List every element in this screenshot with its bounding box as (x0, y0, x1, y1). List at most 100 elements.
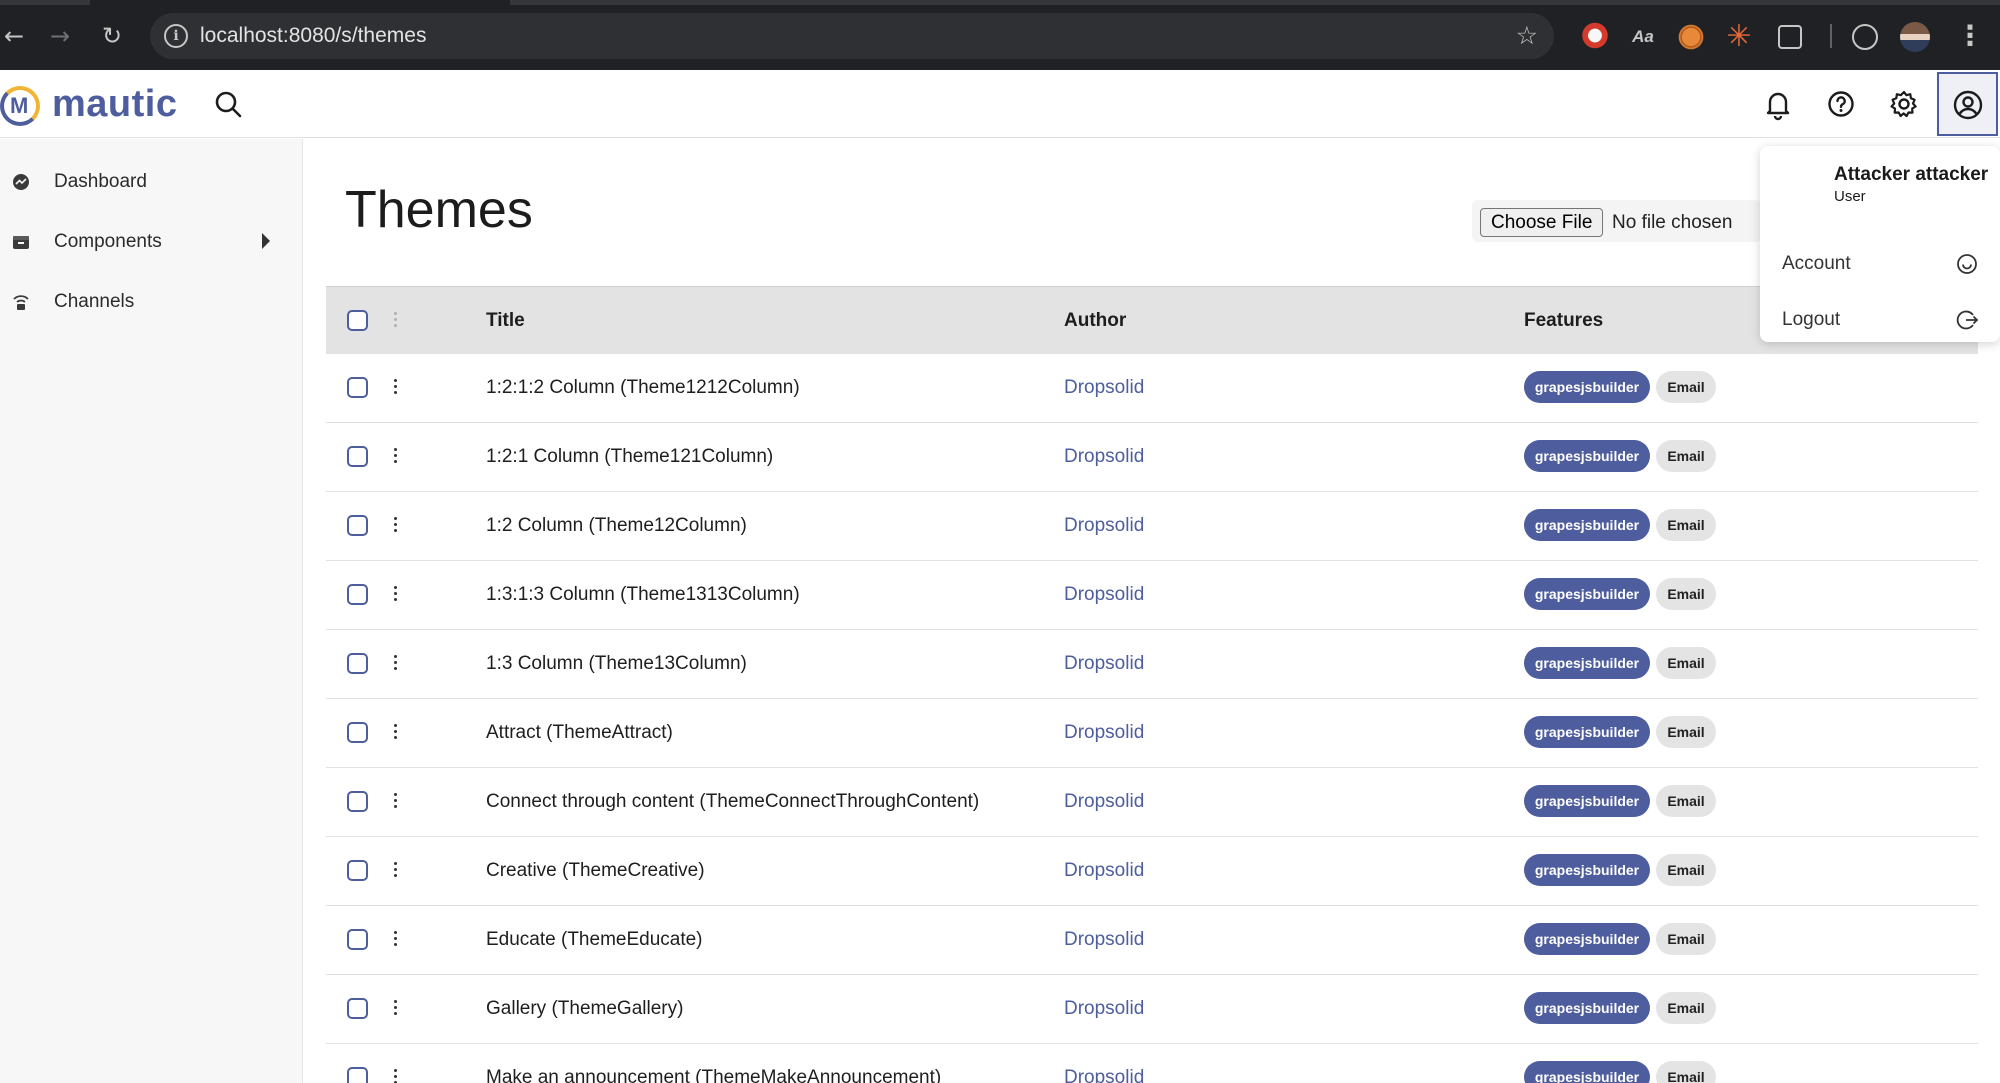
theme-author-link[interactable]: Dropsolid (1064, 859, 1144, 883)
theme-upload-input[interactable]: Choose File No file chosen (1472, 200, 1762, 242)
row-actions-kebab-icon[interactable] (394, 379, 398, 397)
extension-asterisk-icon[interactable]: ✳ (1724, 22, 1754, 52)
table-row[interactable]: 1:2:1 Column (Theme121Column) Dropsolid gr… (326, 423, 1978, 492)
theme-author-link[interactable]: Dropsolid (1064, 514, 1144, 538)
address-url[interactable]: localhost:8080/s/themes (200, 24, 426, 48)
feature-badge: Email (1656, 992, 1716, 1024)
account-menu-item[interactable]: Account (1760, 240, 2000, 288)
theme-title: 1:2:1:2 Column (Theme1212Column) (486, 377, 800, 398)
table-row[interactable]: Educate (ThemeEducate) Dropsolid grapesjsb… (326, 906, 1978, 975)
file-status: No file chosen (1612, 212, 1733, 233)
extension-adblock-icon[interactable] (1580, 22, 1610, 52)
address-bar[interactable]: i localhost:8080/s/themes ☆ (150, 13, 1554, 59)
settings-gear-icon[interactable] (1886, 86, 1922, 122)
select-all-checkbox[interactable] (347, 310, 368, 331)
theme-title: Make an announcement (ThemeMakeAnnouncem… (486, 1067, 942, 1083)
sidebar-item-dashboard[interactable]: Dashboard (0, 153, 302, 211)
extensions-puzzle-icon[interactable] (1778, 25, 1802, 49)
feature-badge: Email (1656, 854, 1716, 886)
logout-menu-item[interactable]: Logout (1760, 296, 2000, 344)
row-checkbox[interactable] (347, 377, 368, 398)
feature-badge: grapesjsbuilder (1524, 992, 1650, 1024)
row-checkbox[interactable] (347, 446, 368, 467)
feature-badge: Email (1656, 716, 1716, 748)
row-checkbox[interactable] (347, 791, 368, 812)
row-actions-kebab-icon[interactable] (394, 931, 398, 949)
search-icon[interactable] (214, 90, 242, 118)
theme-author-link[interactable]: Dropsolid (1064, 997, 1144, 1021)
table-row[interactable]: 1:2 Column (Theme12Column) Dropsolid grape… (326, 492, 1978, 561)
table-row[interactable]: Connect through content (ThemeConnectThr… (326, 768, 1978, 837)
row-checkbox[interactable] (347, 653, 368, 674)
theme-author-link[interactable]: Dropsolid (1064, 583, 1144, 607)
row-checkbox[interactable] (347, 998, 368, 1019)
expand-caret-icon[interactable] (262, 233, 270, 249)
table-row[interactable]: Make an announcement (ThemeMakeAnnouncem… (326, 1044, 1978, 1083)
feature-badge: grapesjsbuilder (1524, 785, 1650, 817)
row-actions-kebab-icon[interactable] (394, 448, 398, 466)
site-info-icon[interactable]: i (164, 24, 188, 48)
column-title[interactable]: Title (486, 309, 525, 333)
theme-author-link[interactable]: Dropsolid (1064, 652, 1144, 676)
row-actions-kebab-icon[interactable] (394, 1000, 398, 1018)
row-actions-kebab-icon[interactable] (394, 724, 398, 742)
profile-avatar[interactable] (1900, 22, 1930, 52)
row-actions-kebab-icon[interactable] (394, 655, 398, 673)
row-checkbox[interactable] (347, 1067, 368, 1083)
help-icon[interactable] (1823, 86, 1859, 122)
table-row[interactable]: Gallery (ThemeGallery) Dropsolid grapesjsb… (326, 975, 1978, 1044)
row-actions-kebab-icon[interactable] (394, 793, 398, 811)
row-checkbox[interactable] (347, 929, 368, 950)
theme-author-link[interactable]: Dropsolid (1064, 1066, 1144, 1083)
themes-table: Title Author Features 1:2:1:2 Column (Th… (326, 286, 1978, 1083)
table-row[interactable]: 1:3:1:3 Column (Theme1313Column) Dropsoli… (326, 561, 1978, 630)
theme-author-link[interactable]: Dropsolid (1064, 376, 1144, 400)
feature-badge: grapesjsbuilder (1524, 1061, 1650, 1083)
table-row[interactable]: 1:2:1:2 Column (Theme1212Column) Dropsoli… (326, 354, 1978, 423)
theme-author-link[interactable]: Dropsolid (1064, 928, 1144, 952)
row-actions-kebab-icon[interactable] (394, 862, 398, 880)
column-author[interactable]: Author (1064, 309, 1126, 333)
toolbar-divider (1830, 24, 1832, 48)
active-tab[interactable] (90, 0, 510, 5)
mautic-logo-icon[interactable] (0, 86, 40, 126)
sidebar-item-channels[interactable]: Channels (0, 273, 302, 331)
extension-cookie-icon[interactable] (1676, 22, 1706, 52)
row-checkbox[interactable] (347, 722, 368, 743)
feature-badge: Email (1656, 578, 1716, 610)
extension-font-icon[interactable]: Aa (1628, 22, 1658, 52)
app-header: mautic (0, 70, 2000, 138)
choose-file-button[interactable]: Choose File (1480, 208, 1604, 237)
row-checkbox[interactable] (347, 515, 368, 536)
row-actions-kebab-icon[interactable] (394, 1069, 398, 1083)
reload-icon[interactable]: ↻ (98, 22, 126, 50)
column-features: Features (1524, 310, 1604, 331)
back-icon[interactable]: ← (0, 22, 28, 50)
channels-broadcast-icon (13, 295, 29, 310)
table-row[interactable]: Creative (ThemeCreative) Dropsolid grapesj… (326, 837, 1978, 906)
sidebar-item-components[interactable]: Components (0, 213, 302, 271)
notifications-bell-icon[interactable] (1760, 86, 1796, 122)
row-checkbox[interactable] (347, 584, 368, 605)
theme-author-link[interactable]: Dropsolid (1064, 721, 1144, 745)
table-row[interactable]: 1:3 Column (Theme13Column) Dropsolid grape… (326, 630, 1978, 699)
feature-badge: Email (1656, 509, 1716, 541)
theme-author-link[interactable]: Dropsolid (1064, 445, 1144, 469)
feature-badge: Email (1656, 647, 1716, 679)
logo-text[interactable]: mautic (52, 82, 177, 126)
user-name: Attacker attacker (1834, 164, 1989, 185)
user-account-button[interactable] (1937, 72, 1998, 136)
row-checkbox[interactable] (347, 860, 368, 881)
smile-icon (1957, 254, 1977, 274)
theme-author-link[interactable]: Dropsolid (1064, 790, 1144, 814)
table-row[interactable]: Attract (ThemeAttract) Dropsolid grapesjsb… (326, 699, 1978, 768)
logout-icon (1956, 310, 1979, 330)
performance-icon[interactable] (1852, 24, 1878, 50)
row-actions-kebab-icon[interactable] (394, 586, 398, 604)
bookmark-star-icon[interactable]: ☆ (1516, 22, 1538, 50)
table-header: Title Author Features (326, 286, 1978, 354)
row-actions-kebab-icon[interactable] (394, 517, 398, 535)
forward-icon[interactable]: → (46, 22, 74, 50)
browser-menu-icon[interactable]: ⋮ (1956, 20, 1984, 52)
theme-title: Attract (ThemeAttract) (486, 722, 673, 743)
